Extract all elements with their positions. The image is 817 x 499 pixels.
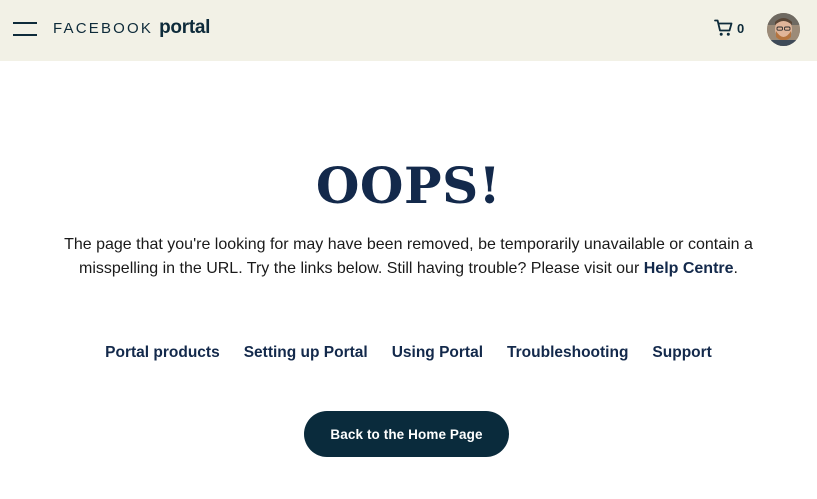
user-avatar[interactable] [767, 13, 800, 46]
cart-button[interactable]: 0 [714, 19, 744, 37]
using-portal-link[interactable]: Using Portal [392, 342, 483, 364]
avatar-image [767, 13, 800, 46]
troubleshooting-link[interactable]: Troubleshooting [507, 342, 628, 364]
logo-facebook-text: FACEBOOK [53, 20, 154, 37]
error-message-end: . [733, 260, 738, 277]
facebook-portal-logo[interactable]: FACEBOOK portal [53, 17, 210, 41]
cart-count: 0 [737, 20, 745, 36]
hamburger-menu-icon[interactable] [13, 22, 37, 36]
help-links: Portal products Setting up Portal Using … [0, 342, 817, 364]
page-title: OOPS! [315, 156, 502, 215]
site-header: FACEBOOK portal 0 [0, 0, 817, 61]
logo-portal-text: portal [159, 17, 211, 38]
setting-up-portal-link[interactable]: Setting up Portal [244, 342, 368, 364]
shopping-cart-icon [714, 19, 733, 36]
back-to-home-button[interactable]: Back to the Home Page [304, 411, 509, 457]
support-link[interactable]: Support [652, 342, 711, 364]
help-centre-link[interactable]: Help Centre [644, 260, 734, 277]
error-message: The page that you're looking for may hav… [60, 233, 757, 281]
portal-products-link[interactable]: Portal products [105, 342, 220, 364]
